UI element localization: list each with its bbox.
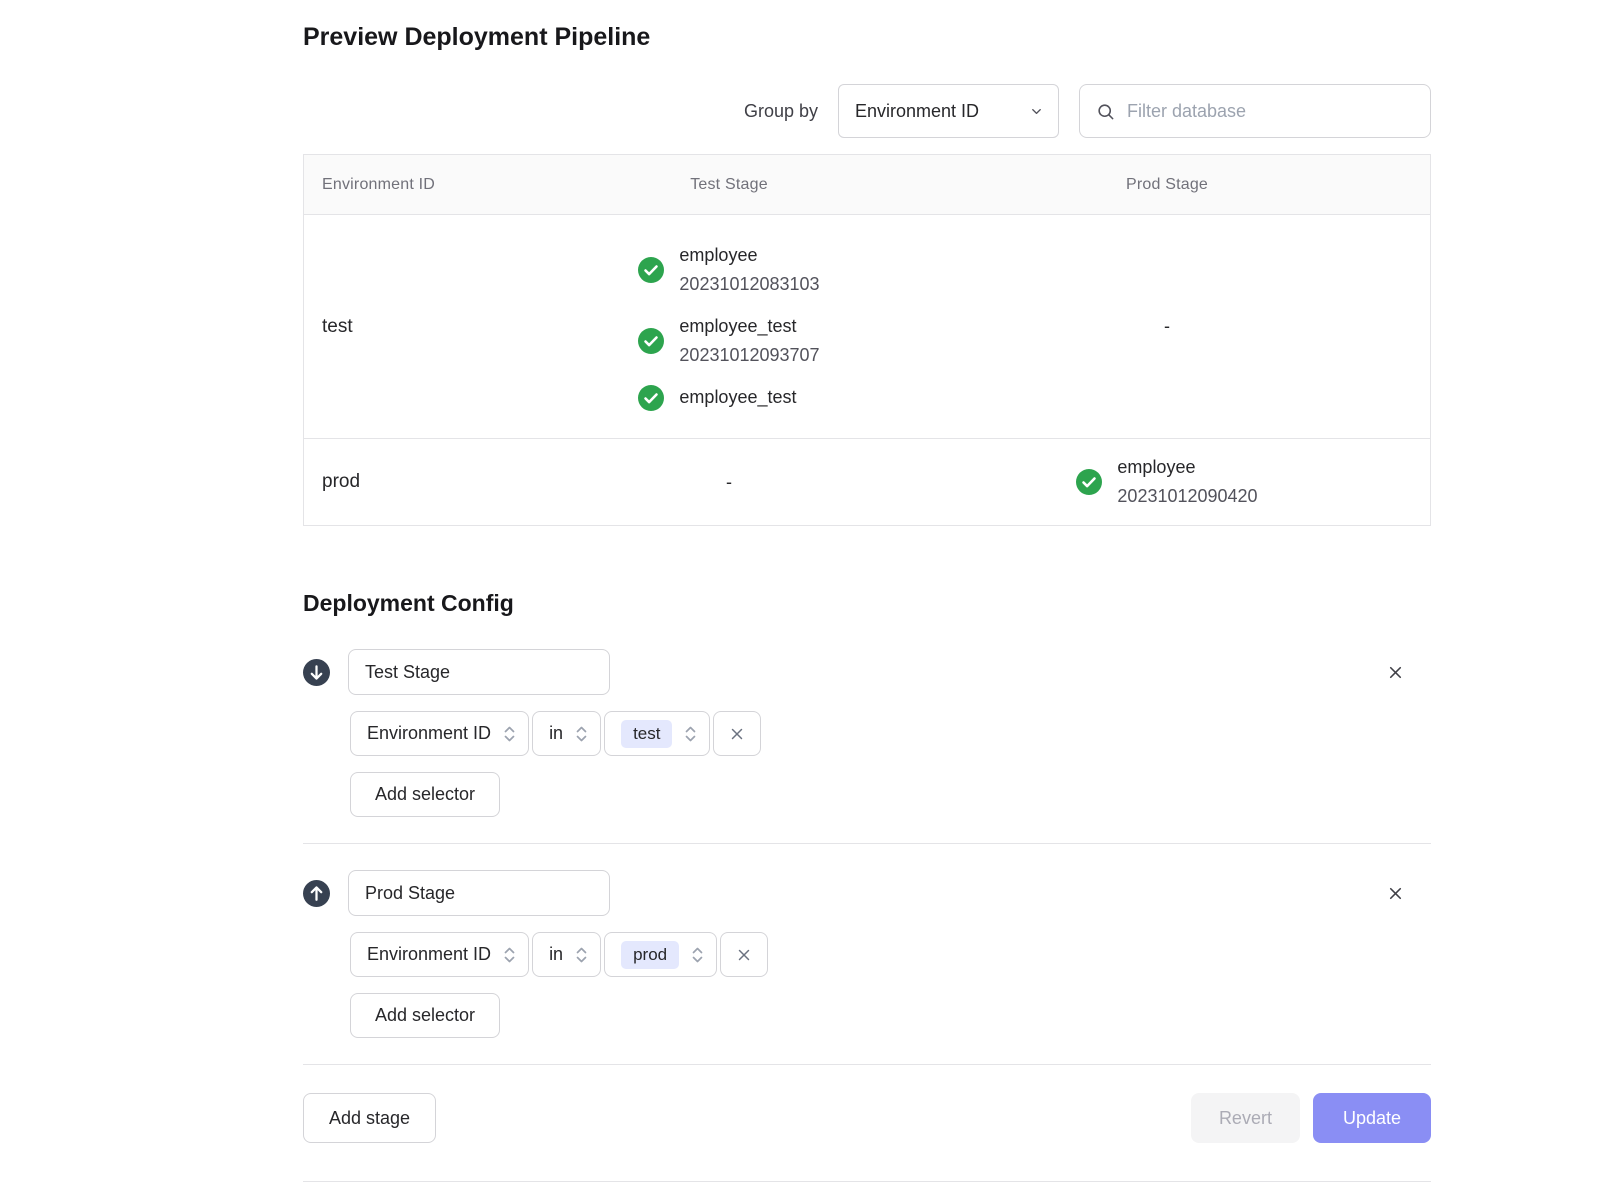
arrow-up-circle-icon xyxy=(303,880,330,907)
deployment-list: employee 20231012090420 xyxy=(1076,439,1257,525)
selector-key-value: Environment ID xyxy=(367,944,491,965)
add-selector-button[interactable]: Add selector xyxy=(350,993,500,1038)
remove-stage-button[interactable] xyxy=(1382,659,1409,686)
database-name: employee xyxy=(679,241,819,270)
chevrons-up-down-icon xyxy=(575,945,588,965)
revert-button[interactable]: Revert xyxy=(1191,1093,1300,1143)
selector-operator-select[interactable]: in xyxy=(532,711,601,756)
main-content: Preview Deployment Pipeline Group by Env… xyxy=(303,0,1431,1182)
selector-operator-value: in xyxy=(549,944,563,965)
filter-database-input[interactable] xyxy=(1125,100,1414,123)
database-name: employee_test xyxy=(679,383,796,412)
group-by-label: Group by xyxy=(744,101,818,122)
footer-actions: Add stage Revert Update xyxy=(303,1093,1431,1143)
selector-value-tag: test xyxy=(621,720,672,748)
filter-database-box xyxy=(1079,84,1431,138)
selector-operator-value: in xyxy=(549,723,563,744)
bottom-divider xyxy=(303,1181,1431,1182)
environment-label: prod xyxy=(304,439,554,525)
divider xyxy=(303,843,1431,844)
check-circle-icon xyxy=(638,257,664,283)
stage-block-prod: Environment ID in prod Add selector xyxy=(303,870,1431,1038)
remove-stage-button[interactable] xyxy=(1382,880,1409,907)
selector-value-select[interactable]: prod xyxy=(604,932,717,977)
column-header-test-stage: Test Stage xyxy=(554,155,904,214)
column-header-prod-stage: Prod Stage xyxy=(904,155,1430,214)
deployment-item: employee_test xyxy=(638,383,796,412)
deployment-text: employee 20231012090420 xyxy=(1117,453,1257,511)
group-by-value: Environment ID xyxy=(855,101,979,122)
table-row-test: test employee 20231012083103 employee_te… xyxy=(304,214,1430,438)
database-timestamp: 20231012090420 xyxy=(1117,482,1257,511)
add-stage-button[interactable]: Add stage xyxy=(303,1093,436,1143)
database-name: employee_test xyxy=(679,312,819,341)
arrow-down-circle-icon xyxy=(303,659,330,686)
deployment-item: employee_test 20231012093707 xyxy=(638,312,819,370)
selector-key-value: Environment ID xyxy=(367,723,491,744)
close-icon xyxy=(735,946,753,964)
stage-block-test: Environment ID in test Add selector xyxy=(303,649,1431,817)
deployment-item: employee 20231012090420 xyxy=(1076,453,1257,511)
deployment-text: employee_test xyxy=(679,383,796,412)
chevron-down-icon xyxy=(1029,104,1044,119)
check-circle-icon xyxy=(638,385,664,411)
page-title: Preview Deployment Pipeline xyxy=(303,22,1431,52)
deployment-text: employee 20231012083103 xyxy=(679,241,819,299)
chevrons-up-down-icon xyxy=(684,724,697,744)
check-circle-icon xyxy=(1076,469,1102,495)
close-icon xyxy=(1386,884,1405,903)
stage-name-input[interactable] xyxy=(348,649,610,695)
check-circle-icon xyxy=(638,328,664,354)
close-icon xyxy=(728,725,746,743)
test-stage-cell: employee 20231012083103 employee_test 20… xyxy=(554,215,904,438)
deployment-list: employee 20231012083103 employee_test 20… xyxy=(638,215,819,438)
stage-header xyxy=(303,870,1431,916)
database-timestamp: 20231012093707 xyxy=(679,341,819,370)
chevrons-up-down-icon xyxy=(503,945,516,965)
deployment-text: employee_test 20231012093707 xyxy=(679,312,819,370)
pipeline-table: Environment ID Test Stage Prod Stage tes… xyxy=(303,154,1431,526)
empty-cell: - xyxy=(554,439,904,525)
deployment-item: employee 20231012083103 xyxy=(638,241,819,299)
remove-selector-button[interactable] xyxy=(713,711,761,756)
close-icon xyxy=(1386,663,1405,682)
empty-cell: - xyxy=(904,215,1430,438)
chevrons-up-down-icon xyxy=(575,724,588,744)
remove-selector-button[interactable] xyxy=(720,932,768,977)
chevrons-up-down-icon xyxy=(503,724,516,744)
table-header-row: Environment ID Test Stage Prod Stage xyxy=(304,155,1430,214)
selector-row: Environment ID in test xyxy=(350,711,1431,756)
prod-stage-cell: employee 20231012090420 xyxy=(904,439,1430,525)
add-selector-button[interactable]: Add selector xyxy=(350,772,500,817)
selector-key-select[interactable]: Environment ID xyxy=(350,711,529,756)
database-timestamp: 20231012083103 xyxy=(679,270,819,299)
database-name: employee xyxy=(1117,453,1257,482)
stage-name-input[interactable] xyxy=(348,870,610,916)
selector-row: Environment ID in prod xyxy=(350,932,1431,977)
deployment-config-title: Deployment Config xyxy=(303,590,1431,617)
selector-value-select[interactable]: test xyxy=(604,711,710,756)
update-button[interactable]: Update xyxy=(1313,1093,1431,1143)
table-row-prod: prod - employee 20231012090420 xyxy=(304,438,1430,525)
column-header-environment-id: Environment ID xyxy=(304,155,554,214)
search-icon xyxy=(1096,102,1115,121)
divider xyxy=(303,1064,1431,1065)
selector-operator-select[interactable]: in xyxy=(532,932,601,977)
chevrons-up-down-icon xyxy=(691,945,704,965)
environment-label: test xyxy=(304,215,554,438)
selector-key-select[interactable]: Environment ID xyxy=(350,932,529,977)
toolbar: Group by Environment ID xyxy=(303,84,1431,138)
selector-value-tag: prod xyxy=(621,941,679,969)
group-by-select[interactable]: Environment ID xyxy=(838,84,1059,138)
stage-header xyxy=(303,649,1431,695)
